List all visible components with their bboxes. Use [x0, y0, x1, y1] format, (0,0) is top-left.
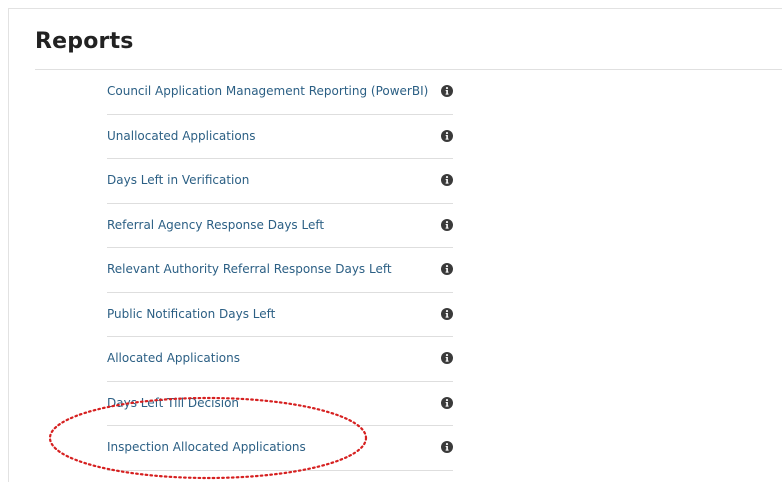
info-icon[interactable]	[441, 218, 453, 231]
report-link-council-application-management[interactable]: Council Application Management Reporting…	[107, 70, 428, 114]
page-title: Reports	[35, 29, 134, 54]
report-row-days-left-in-verification[interactable]: Days Left in Verification	[107, 159, 453, 204]
info-icon[interactable]	[441, 85, 453, 97]
report-row-relevant-authority-referral[interactable]: Relevant Authority Referral Response Day…	[107, 248, 453, 293]
report-link-days-left-till-decision[interactable]: Days Left Till Decision	[107, 382, 239, 426]
report-row-public-notification[interactable]: Public Notification Days Left	[107, 293, 453, 337]
report-link-referral-agency-response[interactable]: Referral Agency Response Days Left	[107, 204, 324, 248]
report-link-allocated-applications[interactable]: Allocated Applications	[107, 337, 240, 381]
report-link-public-notification[interactable]: Public Notification Days Left	[107, 293, 275, 337]
report-link-days-left-in-verification[interactable]: Days Left in Verification	[107, 159, 249, 203]
report-row-referral-agency-response[interactable]: Referral Agency Response Days Left	[107, 204, 453, 248]
report-link-inspection-allocated-applications[interactable]: Inspection Allocated Applications	[107, 426, 306, 470]
report-row-inspection-allocated-applications[interactable]: Inspection Allocated Applications	[107, 426, 453, 471]
info-icon[interactable]	[441, 441, 453, 453]
info-icon[interactable]	[441, 263, 453, 275]
report-list: Council Application Management Reporting…	[107, 70, 453, 471]
report-row-council-application-management[interactable]: Council Application Management Reporting…	[107, 70, 453, 115]
info-icon[interactable]	[441, 352, 453, 364]
report-row-allocated-applications[interactable]: Allocated Applications	[107, 337, 453, 382]
report-row-days-left-till-decision[interactable]: Days Left Till Decision	[107, 382, 453, 426]
info-icon[interactable]	[441, 129, 453, 142]
report-row-unallocated-applications[interactable]: Unallocated Applications	[107, 115, 453, 159]
info-icon[interactable]	[441, 396, 453, 409]
report-link-relevant-authority-referral[interactable]: Relevant Authority Referral Response Day…	[107, 248, 392, 292]
reports-panel: Reports Council Application Management R…	[8, 8, 782, 482]
report-link-unallocated-applications[interactable]: Unallocated Applications	[107, 115, 256, 159]
info-icon[interactable]	[441, 174, 453, 186]
info-icon[interactable]	[441, 307, 453, 320]
